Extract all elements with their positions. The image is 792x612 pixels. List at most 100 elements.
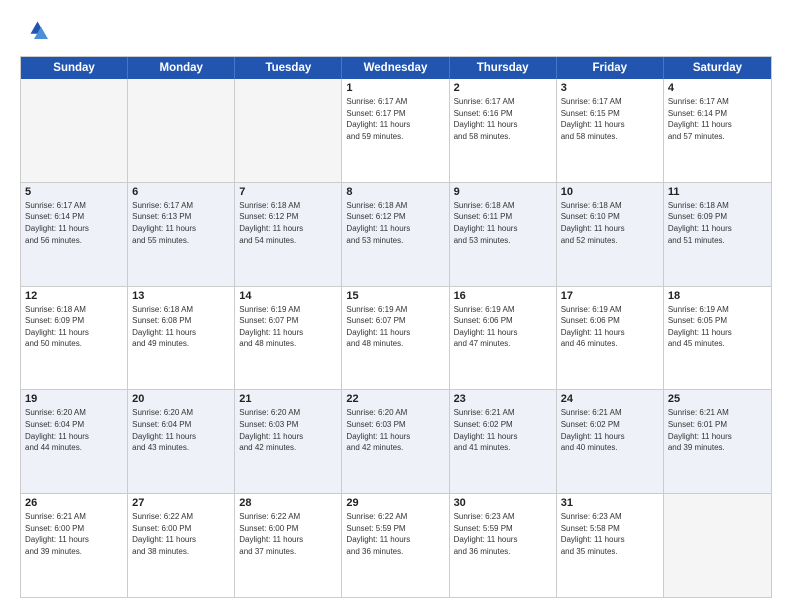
calendar-day-cell: 20 Sunrise: 6:20 AM Sunset: 6:04 PM Dayli… <box>128 390 235 493</box>
day-info: Sunrise: 6:19 AM Sunset: 6:05 PM Dayligh… <box>668 304 767 350</box>
calendar-day-cell: 28 Sunrise: 6:22 AM Sunset: 6:00 PM Dayli… <box>235 494 342 597</box>
calendar-day-cell: 2Sunrise: 6:17 AM Sunset: 6:16 PM Daylig… <box>450 79 557 182</box>
day-info: Sunrise: 6:22 AM Sunset: 5:59 PM Dayligh… <box>346 511 444 557</box>
calendar-day-cell: 11 Sunrise: 6:18 AM Sunset: 6:09 PM Dayli… <box>664 183 771 286</box>
day-number: 17 <box>561 290 659 302</box>
day-number: 19 <box>25 393 123 405</box>
day-number: 23 <box>454 393 552 405</box>
calendar-day-cell: 16Sunrise: 6:19 AM Sunset: 6:06 PM Dayli… <box>450 287 557 390</box>
day-number: 7 <box>239 186 337 198</box>
calendar-empty-cell <box>664 494 771 597</box>
calendar-day-cell: 22Sunrise: 6:20 AM Sunset: 6:03 PM Dayli… <box>342 390 449 493</box>
day-info: Sunrise: 6:18 AM Sunset: 6:09 PM Dayligh… <box>25 304 123 350</box>
calendar-day-cell: 23 Sunrise: 6:21 AM Sunset: 6:02 PM Dayli… <box>450 390 557 493</box>
day-info: Sunrise: 6:20 AM Sunset: 6:04 PM Dayligh… <box>25 407 123 453</box>
calendar-day-cell: 4 Sunrise: 6:17 AM Sunset: 6:14 PM Daylig… <box>664 79 771 182</box>
calendar-day-cell: 19 Sunrise: 6:20 AM Sunset: 6:04 PM Dayli… <box>21 390 128 493</box>
calendar-day-cell: 29 Sunrise: 6:22 AM Sunset: 5:59 PM Dayli… <box>342 494 449 597</box>
day-number: 3 <box>561 82 659 94</box>
calendar-day-cell: 14Sunrise: 6:19 AM Sunset: 6:07 PM Dayli… <box>235 287 342 390</box>
calendar-day-cell: 3 Sunrise: 6:17 AM Sunset: 6:15 PM Daylig… <box>557 79 664 182</box>
day-number: 8 <box>346 186 444 198</box>
calendar-day-cell: 26 Sunrise: 6:21 AM Sunset: 6:00 PM Dayli… <box>21 494 128 597</box>
day-number: 24 <box>561 393 659 405</box>
day-info: Sunrise: 6:17 AM Sunset: 6:14 PM Dayligh… <box>668 96 767 142</box>
day-info: Sunrise: 6:19 AM Sunset: 6:07 PM Dayligh… <box>346 304 444 350</box>
day-info: Sunrise: 6:18 AM Sunset: 6:12 PM Dayligh… <box>346 200 444 246</box>
weekday-header: Thursday <box>450 57 557 79</box>
day-info: Sunrise: 6:22 AM Sunset: 6:00 PM Dayligh… <box>239 511 337 557</box>
calendar-body: 1 Sunrise: 6:17 AM Sunset: 6:17 PM Daylig… <box>21 79 771 597</box>
day-info: Sunrise: 6:18 AM Sunset: 6:12 PM Dayligh… <box>239 200 337 246</box>
calendar-empty-cell <box>128 79 235 182</box>
calendar-day-cell: 27Sunrise: 6:22 AM Sunset: 6:00 PM Dayli… <box>128 494 235 597</box>
day-number: 16 <box>454 290 552 302</box>
day-number: 4 <box>668 82 767 94</box>
day-info: Sunrise: 6:21 AM Sunset: 6:00 PM Dayligh… <box>25 511 123 557</box>
calendar-empty-cell <box>235 79 342 182</box>
day-info: Sunrise: 6:17 AM Sunset: 6:13 PM Dayligh… <box>132 200 230 246</box>
calendar-day-cell: 30Sunrise: 6:23 AM Sunset: 5:59 PM Dayli… <box>450 494 557 597</box>
day-info: Sunrise: 6:23 AM Sunset: 5:58 PM Dayligh… <box>561 511 659 557</box>
day-info: Sunrise: 6:20 AM Sunset: 6:03 PM Dayligh… <box>239 407 337 453</box>
day-number: 11 <box>668 186 767 198</box>
day-number: 21 <box>239 393 337 405</box>
day-number: 10 <box>561 186 659 198</box>
calendar-row: 1 Sunrise: 6:17 AM Sunset: 6:17 PM Daylig… <box>21 79 771 182</box>
calendar-day-cell: 15 Sunrise: 6:19 AM Sunset: 6:07 PM Dayli… <box>342 287 449 390</box>
day-number: 14 <box>239 290 337 302</box>
calendar-row: 12 Sunrise: 6:18 AM Sunset: 6:09 PM Dayli… <box>21 286 771 390</box>
day-info: Sunrise: 6:17 AM Sunset: 6:14 PM Dayligh… <box>25 200 123 246</box>
day-number: 22 <box>346 393 444 405</box>
calendar-day-cell: 12 Sunrise: 6:18 AM Sunset: 6:09 PM Dayli… <box>21 287 128 390</box>
calendar-day-cell: 31Sunrise: 6:23 AM Sunset: 5:58 PM Dayli… <box>557 494 664 597</box>
day-number: 28 <box>239 497 337 509</box>
calendar-row: 5 Sunrise: 6:17 AM Sunset: 6:14 PM Daylig… <box>21 182 771 286</box>
day-info: Sunrise: 6:19 AM Sunset: 6:06 PM Dayligh… <box>561 304 659 350</box>
logo <box>20 18 52 46</box>
day-info: Sunrise: 6:23 AM Sunset: 5:59 PM Dayligh… <box>454 511 552 557</box>
calendar-row: 26 Sunrise: 6:21 AM Sunset: 6:00 PM Dayli… <box>21 493 771 597</box>
calendar-day-cell: 17 Sunrise: 6:19 AM Sunset: 6:06 PM Dayli… <box>557 287 664 390</box>
day-number: 25 <box>668 393 767 405</box>
day-number: 13 <box>132 290 230 302</box>
day-number: 9 <box>454 186 552 198</box>
day-number: 20 <box>132 393 230 405</box>
day-info: Sunrise: 6:17 AM Sunset: 6:16 PM Dayligh… <box>454 96 552 142</box>
calendar-day-cell: 21 Sunrise: 6:20 AM Sunset: 6:03 PM Dayli… <box>235 390 342 493</box>
weekday-header: Monday <box>128 57 235 79</box>
day-number: 5 <box>25 186 123 198</box>
day-number: 12 <box>25 290 123 302</box>
calendar-day-cell: 6 Sunrise: 6:17 AM Sunset: 6:13 PM Daylig… <box>128 183 235 286</box>
day-info: Sunrise: 6:20 AM Sunset: 6:04 PM Dayligh… <box>132 407 230 453</box>
weekday-header: Wednesday <box>342 57 449 79</box>
day-info: Sunrise: 6:17 AM Sunset: 6:17 PM Dayligh… <box>346 96 444 142</box>
calendar-day-cell: 9 Sunrise: 6:18 AM Sunset: 6:11 PM Daylig… <box>450 183 557 286</box>
calendar-day-cell: 18 Sunrise: 6:19 AM Sunset: 6:05 PM Dayli… <box>664 287 771 390</box>
day-number: 29 <box>346 497 444 509</box>
day-info: Sunrise: 6:21 AM Sunset: 6:02 PM Dayligh… <box>561 407 659 453</box>
weekday-header: Friday <box>557 57 664 79</box>
day-info: Sunrise: 6:18 AM Sunset: 6:11 PM Dayligh… <box>454 200 552 246</box>
day-info: Sunrise: 6:18 AM Sunset: 6:10 PM Dayligh… <box>561 200 659 246</box>
weekday-header: Saturday <box>664 57 771 79</box>
day-info: Sunrise: 6:21 AM Sunset: 6:02 PM Dayligh… <box>454 407 552 453</box>
calendar-day-cell: 5 Sunrise: 6:17 AM Sunset: 6:14 PM Daylig… <box>21 183 128 286</box>
calendar-day-cell: 25Sunrise: 6:21 AM Sunset: 6:01 PM Dayli… <box>664 390 771 493</box>
calendar-header: SundayMondayTuesdayWednesdayThursdayFrid… <box>21 57 771 79</box>
day-number: 26 <box>25 497 123 509</box>
day-number: 1 <box>346 82 444 94</box>
day-number: 27 <box>132 497 230 509</box>
calendar-day-cell: 24 Sunrise: 6:21 AM Sunset: 6:02 PM Dayli… <box>557 390 664 493</box>
day-info: Sunrise: 6:18 AM Sunset: 6:09 PM Dayligh… <box>668 200 767 246</box>
calendar-empty-cell <box>21 79 128 182</box>
calendar-day-cell: 8 Sunrise: 6:18 AM Sunset: 6:12 PM Daylig… <box>342 183 449 286</box>
day-number: 6 <box>132 186 230 198</box>
calendar-day-cell: 1 Sunrise: 6:17 AM Sunset: 6:17 PM Daylig… <box>342 79 449 182</box>
day-info: Sunrise: 6:17 AM Sunset: 6:15 PM Dayligh… <box>561 96 659 142</box>
day-number: 18 <box>668 290 767 302</box>
calendar-day-cell: 13Sunrise: 6:18 AM Sunset: 6:08 PM Dayli… <box>128 287 235 390</box>
day-number: 15 <box>346 290 444 302</box>
calendar: SundayMondayTuesdayWednesdayThursdayFrid… <box>20 56 772 598</box>
calendar-row: 19 Sunrise: 6:20 AM Sunset: 6:04 PM Dayli… <box>21 389 771 493</box>
